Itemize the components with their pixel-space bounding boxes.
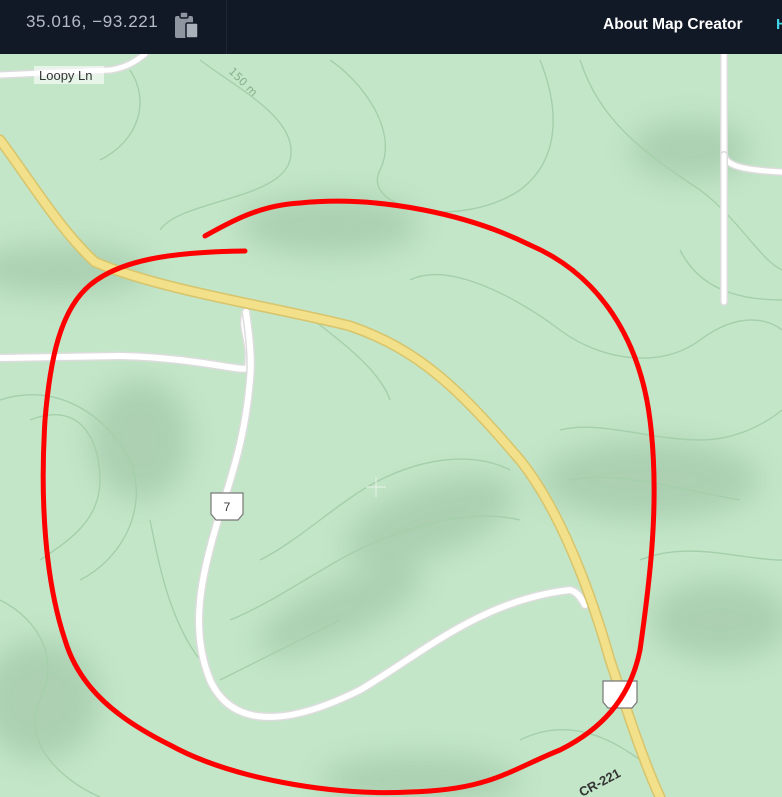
top-toolbar: 35.016, −93.221 About Map Creator H bbox=[0, 0, 782, 54]
toolbar-divider bbox=[226, 0, 227, 54]
clipboard-icon[interactable] bbox=[171, 9, 203, 41]
about-map-creator-link[interactable]: About Map Creator bbox=[603, 16, 743, 34]
terrain-shading bbox=[0, 120, 782, 797]
route-shield-blank bbox=[602, 680, 638, 709]
cut-off-nav-link[interactable]: H bbox=[776, 16, 782, 33]
map-canvas[interactable]: 150 m Loopy Ln 7 CR-221 bbox=[0, 54, 782, 797]
cr-221-label: CR-221 bbox=[576, 765, 623, 797]
route-7-label: 7 bbox=[224, 500, 231, 514]
road-label-cr-221: CR-221 bbox=[576, 765, 623, 797]
coordinate-readout: 35.016, −93.221 bbox=[26, 12, 159, 31]
crosshair-icon bbox=[366, 477, 386, 497]
road-label-loopy-ln: Loopy Ln bbox=[34, 66, 104, 84]
route-7-shield: 7 bbox=[210, 492, 244, 521]
loopy-ln-label: Loopy Ln bbox=[39, 68, 93, 83]
